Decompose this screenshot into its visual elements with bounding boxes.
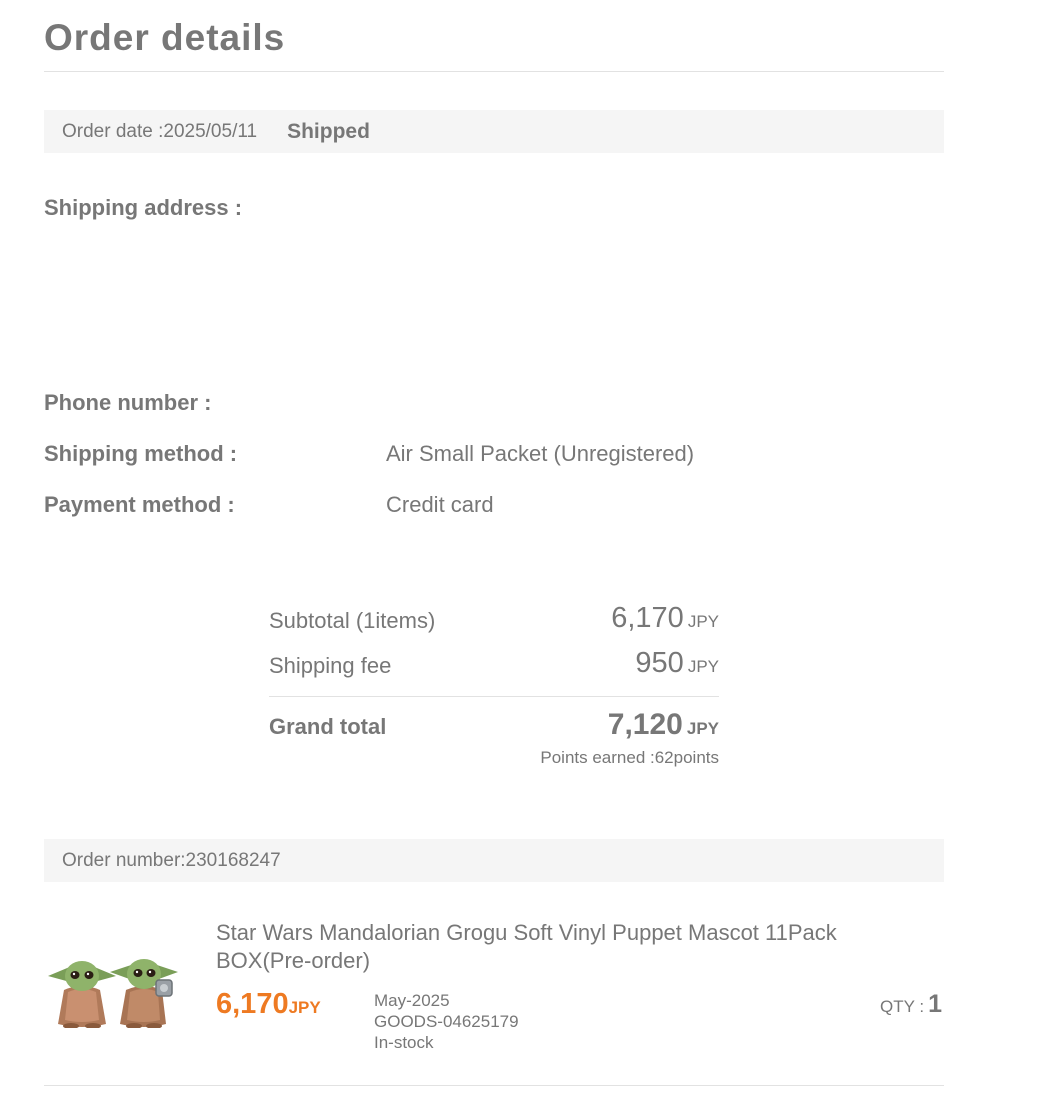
qty-value: 1 bbox=[928, 990, 942, 1018]
product-price-value: 6,170 bbox=[216, 988, 289, 1020]
grogu-figure-left bbox=[48, 961, 116, 1028]
shipping-address-label: Shipping address : bbox=[44, 195, 243, 220]
shipping-method-label: Shipping method : bbox=[44, 441, 238, 466]
grand-total-value: 7,120 bbox=[607, 708, 683, 741]
grand-total-label: Grand total bbox=[269, 714, 387, 739]
order-number: Order number:230168247 bbox=[62, 849, 281, 871]
shipping-fee-label: Shipping fee bbox=[269, 653, 392, 678]
order-number-bar: Order number:230168247 bbox=[44, 839, 944, 882]
product-quantity: QTY :1 bbox=[880, 990, 942, 1019]
product-price-currency: JPY bbox=[288, 998, 321, 1017]
item-divider bbox=[44, 1085, 944, 1086]
subtotal-currency: JPY bbox=[687, 612, 719, 631]
product-stock-status: In-stock bbox=[374, 1033, 434, 1052]
grogu-figure-right bbox=[110, 959, 178, 1028]
shipping-fee-row: Shipping fee 950 JPY bbox=[269, 643, 719, 688]
product-price: 6,170JPY bbox=[216, 988, 321, 1021]
grand-total-amount: 7,120 JPY bbox=[608, 708, 719, 742]
subtotal-value: 6,170 bbox=[611, 602, 684, 634]
product-code: GOODS-04625179 bbox=[374, 1012, 519, 1031]
order-status-bar: Order date :2025/05/11 Shipped bbox=[44, 110, 944, 153]
subtotal-row: Subtotal (1items) 6,170 JPY bbox=[269, 598, 719, 643]
subtotal-amount: 6,170 JPY bbox=[611, 602, 719, 635]
payment-method-label: Payment method : bbox=[44, 492, 235, 517]
product-name-link[interactable]: Star Wars Mandalorian Grogu Soft Vinyl P… bbox=[216, 919, 916, 975]
page-title: Order details bbox=[44, 17, 286, 58]
product-image[interactable] bbox=[44, 946, 184, 1028]
order-date: Order date :2025/05/11 bbox=[62, 120, 258, 142]
shipping-fee-currency: JPY bbox=[687, 657, 719, 676]
subtotal-label: Subtotal (1items) bbox=[269, 608, 436, 633]
phone-number-label: Phone number : bbox=[44, 390, 212, 415]
shipping-method-value: Air Small Packet (Unregistered) bbox=[386, 441, 695, 466]
status-badge: Shipped bbox=[287, 119, 370, 143]
product-meta: May-2025 GOODS-04625179 In-stock bbox=[374, 990, 519, 1053]
title-divider bbox=[44, 71, 944, 72]
summary-divider bbox=[269, 696, 719, 697]
product-release-date: May-2025 bbox=[374, 991, 450, 1010]
points-earned: Points earned :62points bbox=[540, 748, 719, 767]
grand-total-currency: JPY bbox=[686, 719, 719, 738]
order-details-page: Order details Order date :2025/05/11 Shi… bbox=[44, 0, 944, 1112]
payment-method-value: Credit card bbox=[386, 492, 494, 517]
qty-label: QTY : bbox=[880, 997, 925, 1016]
shipping-fee-value: 950 bbox=[635, 647, 684, 679]
order-summary: Subtotal (1items) 6,170 JPY Shipping fee … bbox=[269, 598, 719, 688]
shipping-fee-amount: 950 JPY bbox=[635, 647, 719, 680]
